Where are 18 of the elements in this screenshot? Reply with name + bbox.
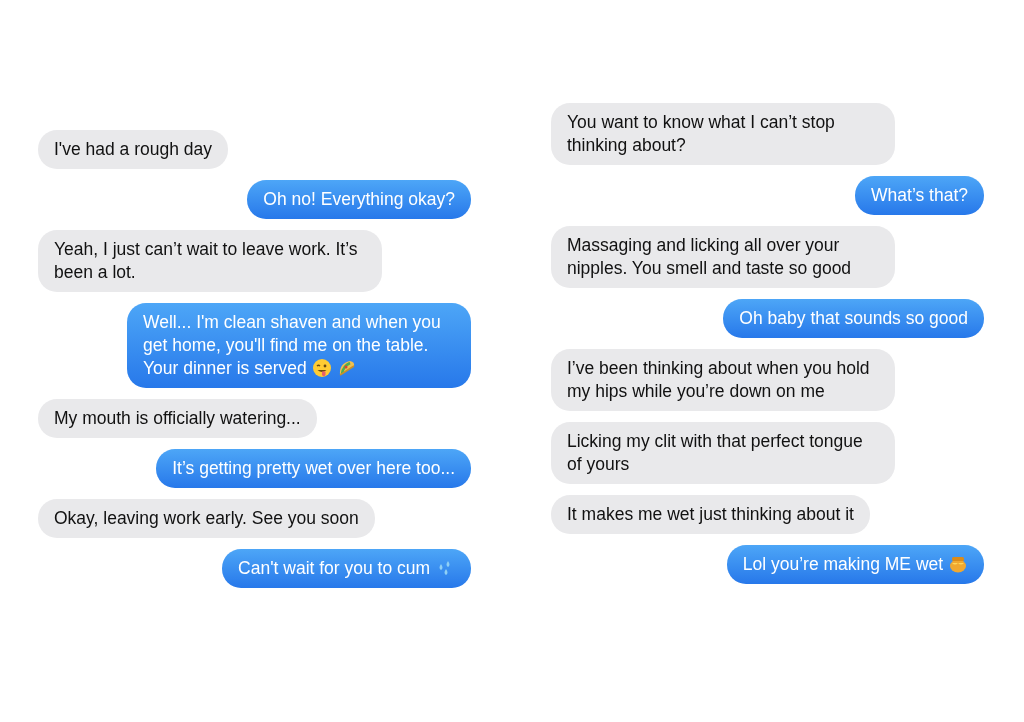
- received-message: It makes me wet just thinking about it: [551, 495, 870, 534]
- received-message: Licking my clit with that perfect tongue of yours: [551, 422, 895, 484]
- received-message: I’ve been thinking about when you hold my hips while you’re down on me: [551, 349, 895, 411]
- emoji-face-icon: [311, 358, 332, 378]
- received-message: Yeah, I just can’t wait to leave work. It’s been a lot.: [38, 230, 382, 292]
- received-message: I've had a rough day: [38, 130, 229, 169]
- sent-message: Well... I'm clean shaven and when you get home, you'll find me on the table. Your dinner is served: [127, 303, 471, 388]
- honey-pot-icon: [948, 554, 968, 574]
- sent-message: Oh baby that sounds so good: [723, 299, 984, 338]
- sent-message: Lol you’re making ME wet: [726, 545, 984, 584]
- received-message: Massaging and licking all over your nipples. You smell and taste so good: [551, 226, 895, 288]
- received-message: Okay, leaving work early. See you soon: [38, 499, 375, 538]
- sent-message: Can't wait for you to cum: [222, 549, 471, 588]
- sent-message: Oh no! Everything okay?: [247, 180, 471, 219]
- received-message: My mouth is officially watering...: [38, 399, 317, 438]
- received-message: You want to know what I can’t stop thinking about?: [551, 103, 895, 165]
- sent-message: What’s that?: [855, 176, 984, 215]
- sent-message: It’s getting pretty wet over here too...: [156, 449, 471, 488]
